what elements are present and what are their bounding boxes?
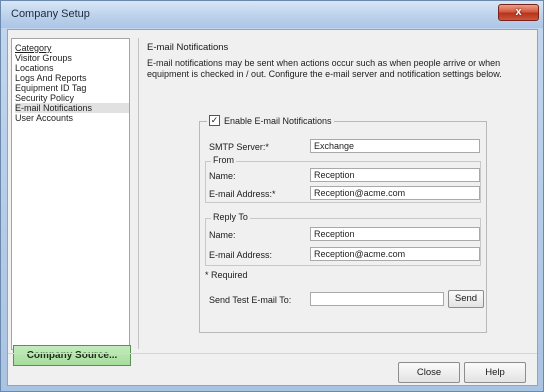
required-note: * Required <box>205 270 248 280</box>
company-source-button[interactable]: Company Source... <box>13 345 131 366</box>
send-test-email-label: Send Test E-mail To: <box>209 295 292 305</box>
smtp-server-input[interactable]: Exchange <box>310 139 480 153</box>
enable-email-notifications[interactable]: ✓ Enable E-mail Notifications <box>207 115 334 127</box>
category-item-locations[interactable]: Locations <box>15 63 129 73</box>
from-group-title: From <box>211 155 236 166</box>
category-item-equipment-id-tag[interactable]: Equipment ID Tag <box>15 83 129 93</box>
reply-name-label: Name: <box>209 230 236 240</box>
category-item-security-policy[interactable]: Security Policy <box>15 93 129 103</box>
enable-checkbox[interactable]: ✓ <box>209 115 220 127</box>
send-button[interactable]: Send <box>448 290 484 308</box>
help-button[interactable]: Help <box>464 362 526 383</box>
email-notifications-pane: E-mail Notifications E-mail notification… <box>138 38 533 349</box>
from-email-label: E-mail Address:* <box>209 189 276 199</box>
window-title: Company Setup <box>11 8 90 20</box>
smtp-server-label: SMTP Server:* <box>209 142 269 152</box>
category-item-visitor-groups[interactable]: Visitor Groups <box>15 53 129 63</box>
reply-name-input[interactable]: Reception <box>310 227 480 241</box>
close-icon: x <box>515 6 522 18</box>
send-test-email-input[interactable] <box>310 292 444 306</box>
category-item-email-notifications[interactable]: E-mail Notifications <box>15 103 129 113</box>
from-name-input[interactable]: Reception <box>310 168 480 182</box>
enable-label: Enable E-mail Notifications <box>224 116 332 126</box>
reply-to-group-title: Reply To <box>211 212 250 223</box>
category-header: Category <box>15 43 52 53</box>
title-bar[interactable]: Company Setup x <box>1 1 543 28</box>
reply-email-input[interactable]: Reception@acme.com <box>310 247 480 261</box>
from-name-label: Name: <box>209 171 236 181</box>
footer-separator <box>8 353 537 354</box>
from-email-input[interactable]: Reception@acme.com <box>310 186 480 200</box>
category-item-user-accounts[interactable]: User Accounts <box>15 113 129 123</box>
category-list[interactable]: Category Visitor Groups Locations Logs A… <box>11 38 130 350</box>
close-button[interactable]: Close <box>398 362 460 383</box>
section-description: E-mail notifications may be sent when ac… <box>147 58 502 79</box>
dialog-client-area: Category Visitor Groups Locations Logs A… <box>7 29 538 386</box>
section-title: E-mail Notifications <box>147 42 229 53</box>
window-close-button[interactable]: x <box>498 4 539 21</box>
reply-email-label: E-mail Address: <box>209 250 273 260</box>
category-item-logs-and-reports[interactable]: Logs And Reports <box>15 73 129 83</box>
company-setup-window: Company Setup x Category Visitor Groups … <box>0 0 544 392</box>
